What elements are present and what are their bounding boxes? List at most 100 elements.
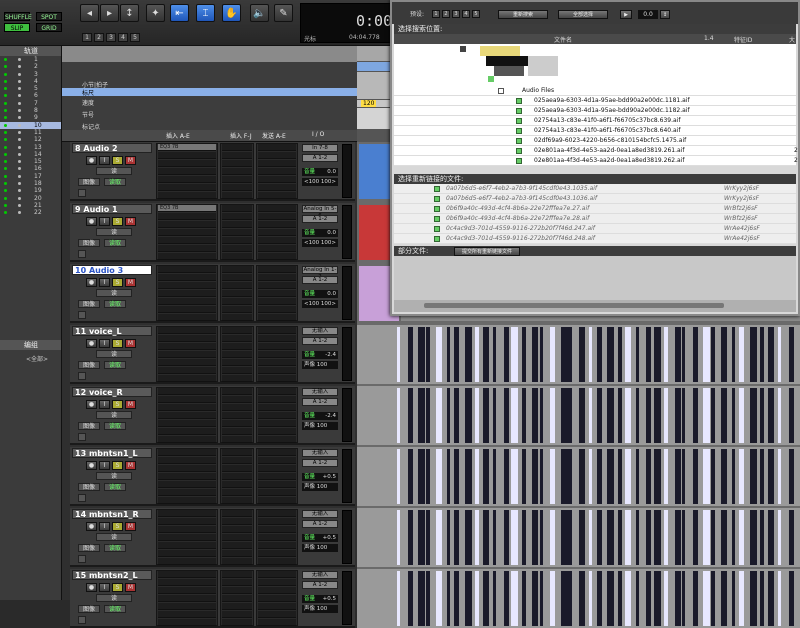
sends-ae[interactable] [256,143,298,199]
sends-ae[interactable] [256,265,298,321]
col-filename[interactable]: 文件名 [554,35,572,44]
audio-clip[interactable] [635,571,639,626]
send-slot[interactable] [258,619,296,626]
record-enable-icon[interactable]: ● [86,156,97,165]
audio-clip[interactable] [446,388,450,443]
audio-clip[interactable] [532,510,538,565]
track-list-item[interactable]: 13 [0,144,61,151]
automation-mode[interactable]: 读取 [104,361,126,369]
insert-slot[interactable] [158,388,216,395]
audio-clip[interactable] [436,388,442,443]
audio-clip[interactable] [482,571,489,626]
audio-clip[interactable] [721,510,727,565]
insert-slot[interactable] [222,579,252,586]
send-slot[interactable] [258,152,296,159]
insert-slot[interactable] [222,343,252,350]
insert-slot[interactable] [222,335,252,342]
file-row[interactable]: 025aea9a-6303-4d1a-95ae-bdd90a2e00dc.118… [394,106,796,116]
track-show-icon[interactable] [18,101,21,105]
insert-slot[interactable] [158,343,216,350]
audio-clip[interactable] [674,510,681,565]
input-selector[interactable]: 无输入 [302,510,338,518]
audio-clip[interactable] [788,388,794,443]
audio-clip[interactable] [568,327,572,382]
audio-clip[interactable] [664,449,668,504]
audio-clip[interactable] [653,388,661,443]
insert-slot[interactable] [158,335,216,342]
insert-slot[interactable] [222,290,252,297]
insert-slot[interactable] [222,144,252,151]
track-list-item[interactable]: 2 [0,63,61,70]
insert-slot[interactable] [222,375,252,382]
send-slot[interactable] [258,489,296,496]
send-slot[interactable] [258,229,296,236]
track-active-icon[interactable] [4,203,7,207]
insert-slot[interactable] [222,587,252,594]
audio-clip[interactable] [560,510,568,565]
audio-clip[interactable] [568,449,572,504]
inserts-fj[interactable] [220,326,254,382]
insert-slot[interactable] [222,428,252,435]
insert-slot[interactable] [222,396,252,403]
audio-clip[interactable] [550,327,555,382]
audio-clip[interactable] [635,449,639,504]
insert-slot[interactable] [158,473,216,480]
audio-clip[interactable] [539,327,543,382]
solo-button[interactable]: S [112,156,123,165]
send-slot[interactable] [258,274,296,281]
send-slot[interactable] [258,396,296,403]
insert-slot[interactable] [158,184,216,191]
send-slot[interactable] [258,205,296,212]
mixer-strip[interactable]: 12 voice_R ● I S M 读图像 读取 无输入 A 1-2 -2.4 音量 声像 100 [70,386,355,445]
audio-clip[interactable] [760,449,764,504]
track-list-item[interactable]: 14 [0,151,61,158]
inserts-ae[interactable] [156,265,218,321]
audio-clip[interactable] [454,388,459,443]
insert-slot[interactable] [158,375,216,382]
audio-clip[interactable] [578,510,585,565]
pan-readout[interactable]: 声像 100 [302,605,338,613]
insert-slot[interactable] [222,168,252,175]
track-list-item[interactable]: 15 [0,158,61,165]
audio-clip[interactable] [568,571,572,626]
insert-slot[interactable] [222,229,252,236]
inserts-ae[interactable] [156,509,218,565]
insert-slot[interactable] [158,160,216,167]
insert-slot[interactable] [158,510,216,517]
track-active-icon[interactable] [4,182,7,186]
audio-clip[interactable] [646,388,651,443]
audio-clip[interactable] [436,571,442,626]
send-slot[interactable] [258,518,296,525]
dialog-scrollbar[interactable] [394,300,796,312]
track-list-item[interactable]: 6 [0,92,61,99]
input-monitor-icon[interactable]: I [99,522,110,531]
send-slot[interactable] [258,213,296,220]
audio-clip[interactable] [760,327,764,382]
insert-slot[interactable]: EQ3 7B [158,205,216,212]
audio-clip[interactable] [464,571,472,626]
insert-slot[interactable] [158,449,216,456]
output-selector[interactable]: A 1-2 [302,337,338,345]
audio-clip[interactable] [635,510,639,565]
audio-clip[interactable] [703,449,710,504]
track-show-icon[interactable] [18,189,21,193]
track-list-item[interactable]: 18 [0,180,61,187]
inserts-ae[interactable] [156,326,218,382]
audio-clip[interactable] [521,449,526,504]
audio-clip[interactable] [539,571,543,626]
track-active-icon[interactable] [4,211,7,215]
grid-preset-2[interactable]: 2 [94,33,104,42]
audio-clip[interactable] [539,510,543,565]
audio-clip[interactable] [653,510,661,565]
folder-row-audio-files[interactable]: Audio Files [394,86,796,96]
audio-clip[interactable] [646,510,651,565]
input-monitor-icon[interactable]: I [99,400,110,409]
sends-ae[interactable] [256,509,298,565]
audio-clip[interactable] [778,388,781,443]
send-slot[interactable] [258,526,296,533]
mixer-strip[interactable]: 15 mbntsn2_L ● I S M 读图像 读取 无输入 A 1-2 +0.5 音量 声像 10… [70,569,355,628]
track-lane[interactable] [357,569,800,628]
pan-readout[interactable]: 声像 100 [302,361,338,369]
insert-slot[interactable] [158,571,216,578]
audio-clip[interactable] [607,449,614,504]
